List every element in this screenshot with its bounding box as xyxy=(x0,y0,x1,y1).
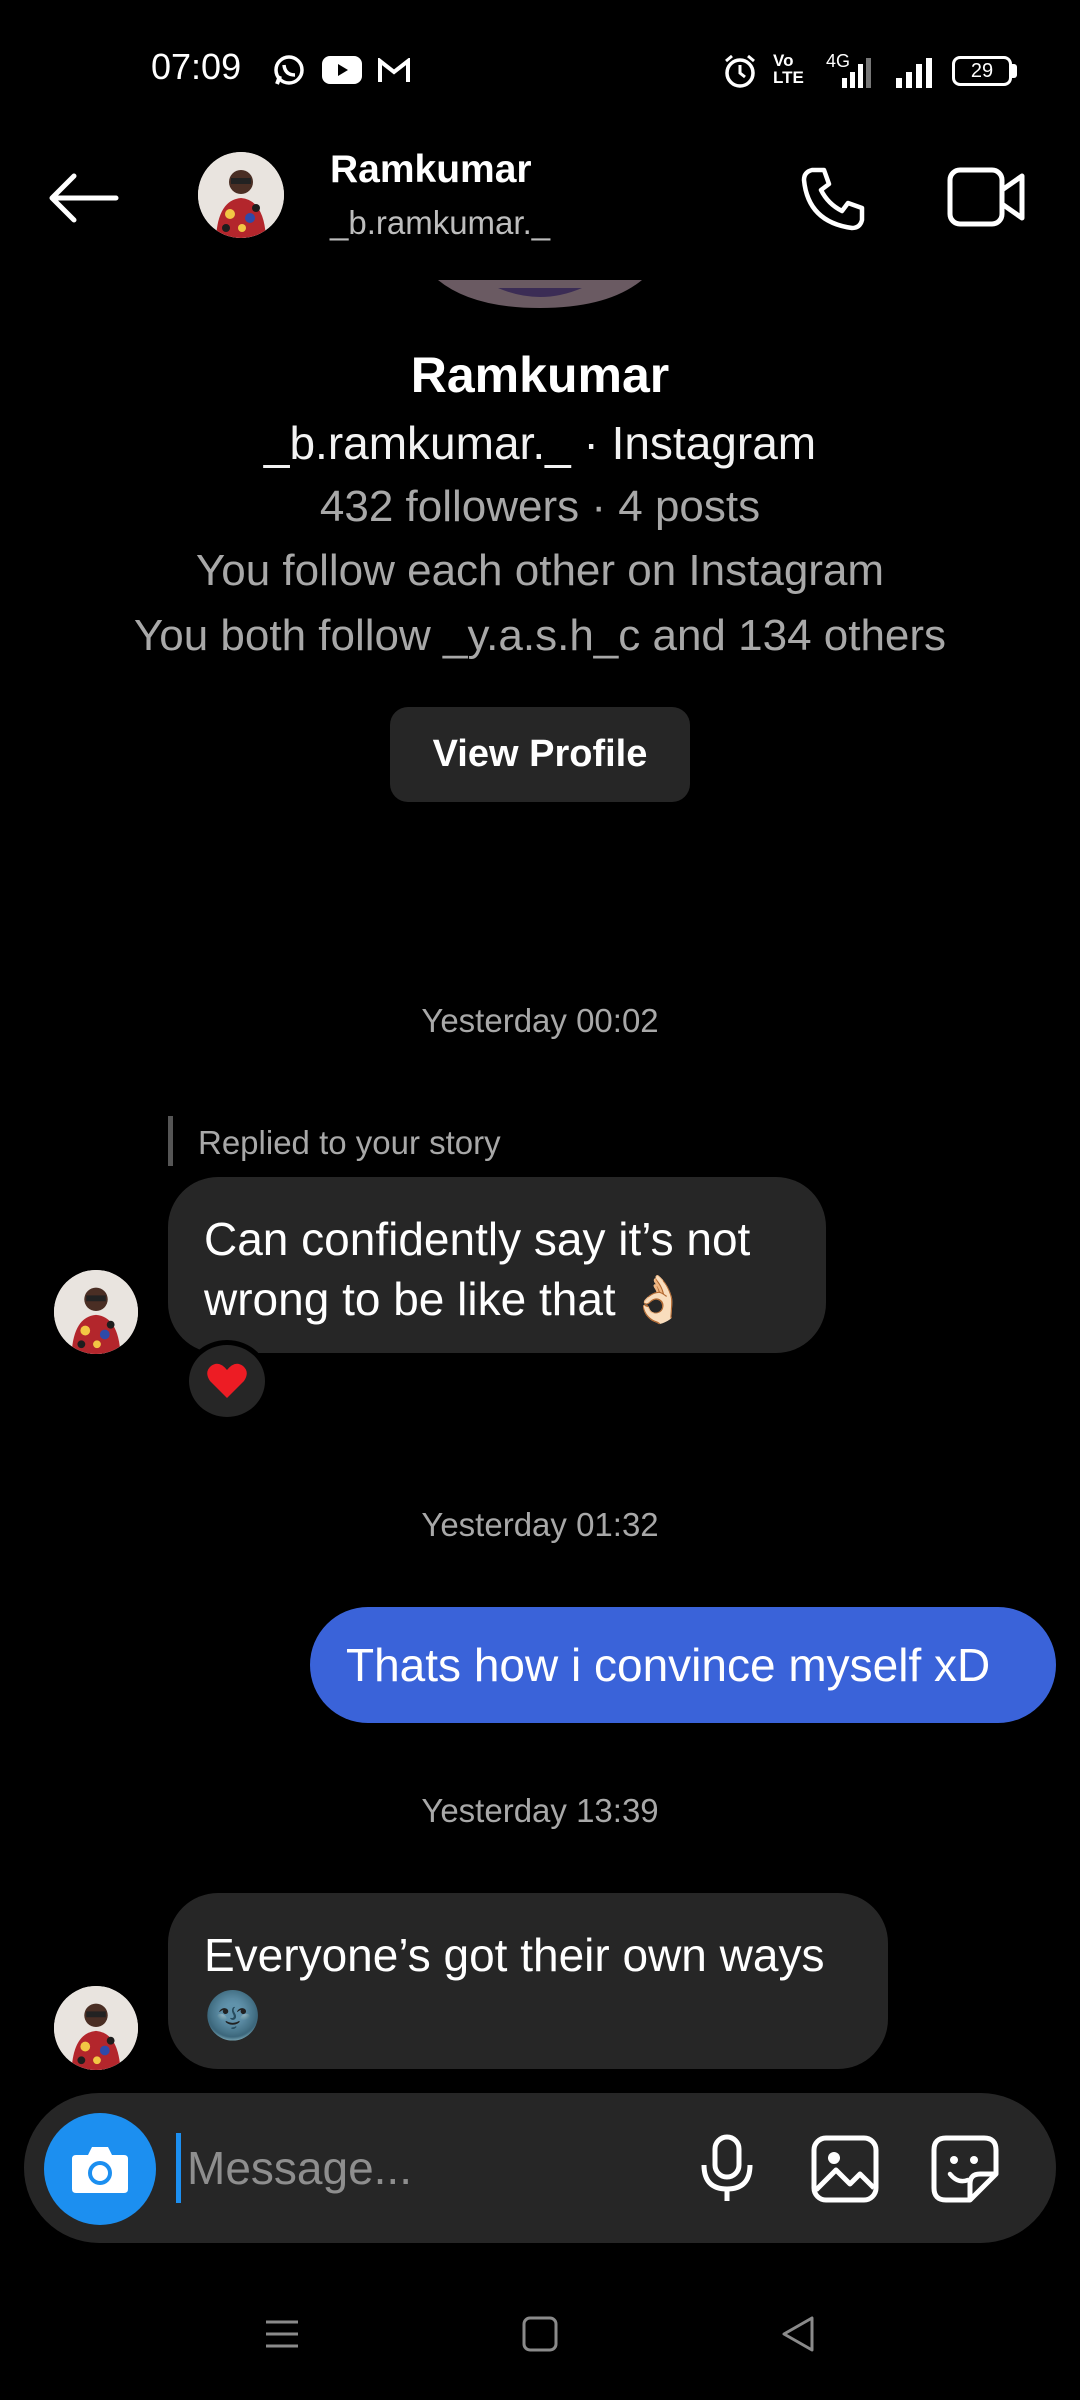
reply-label: Replied to your story xyxy=(198,1124,501,1161)
volte-icon: Vo LTE xyxy=(773,51,804,87)
message-text-line: wrong to be like that 👌🏻 xyxy=(204,1269,790,1329)
camera-button[interactable] xyxy=(44,2113,156,2225)
sender-avatar[interactable] xyxy=(54,1986,138,2070)
sender-avatar[interactable] xyxy=(54,1270,138,1354)
profile-stats: 432 followers · 4 posts xyxy=(319,482,761,531)
view-profile-button[interactable]: View Profile xyxy=(390,707,690,802)
header-avatar[interactable] xyxy=(198,152,284,238)
message-input[interactable] xyxy=(176,2133,656,2203)
header-name[interactable]: Ramkumar xyxy=(330,148,532,192)
profile-handle: _b.ramkumar._ · Instagram xyxy=(263,417,817,469)
back-nav-icon[interactable] xyxy=(778,2314,818,2354)
message-text-line: Can confidently say it’s not xyxy=(204,1213,751,1265)
message-text: Thats how i convince myself xD xyxy=(346,1639,991,1691)
heart-icon xyxy=(207,1363,247,1398)
microphone-icon[interactable] xyxy=(694,2133,760,2205)
gmail-icon xyxy=(377,58,411,84)
message-text-line: Everyone’s got their own ways xyxy=(204,1929,825,1981)
reply-indicator xyxy=(168,1116,173,1166)
gallery-icon[interactable] xyxy=(810,2134,880,2204)
message-reaction[interactable] xyxy=(184,1340,270,1422)
signal-icon-2 xyxy=(894,56,938,90)
profile-name: Ramkumar xyxy=(410,347,670,403)
alarm-icon xyxy=(722,53,758,89)
incoming-message-bubble[interactable]: Everyone’s got their own ways 🌚 xyxy=(168,1893,888,2069)
mutual-followers: You both follow _y.a.s.h_c and 134 other… xyxy=(133,611,947,660)
message-timestamp: Yesterday 00:02 xyxy=(421,1002,659,1039)
incoming-message-bubble[interactable]: Can confidently say it’s not wrong to be… xyxy=(168,1177,826,1353)
battery-tip xyxy=(1012,64,1017,78)
follow-status: You follow each other on Instagram xyxy=(195,546,885,595)
menu-nav-icon[interactable] xyxy=(262,2314,302,2354)
header-username[interactable]: _b.ramkumar._ xyxy=(330,204,550,242)
profile-card-avatar[interactable] xyxy=(438,280,642,308)
phone-icon[interactable] xyxy=(798,162,870,234)
new-moon-face-emoji: 🌚 xyxy=(204,1989,262,2041)
outgoing-message-bubble[interactable]: Thats how i convince myself xD xyxy=(310,1607,1056,1723)
back-button[interactable] xyxy=(44,170,124,226)
battery-icon: 29 xyxy=(952,56,1012,86)
sticker-icon[interactable] xyxy=(930,2134,1000,2204)
video-call-icon[interactable] xyxy=(946,164,1026,230)
message-timestamp: Yesterday 13:39 xyxy=(421,1792,659,1829)
home-nav-icon[interactable] xyxy=(520,2314,560,2354)
ok-hand-emoji: 👌🏻 xyxy=(629,1273,687,1325)
battery-level: 29 xyxy=(970,59,994,82)
youtube-icon xyxy=(322,56,362,84)
signal-icon xyxy=(824,56,876,90)
whatsapp-icon xyxy=(272,53,306,87)
status-time: 07:09 xyxy=(151,46,242,87)
camera-icon xyxy=(72,2147,128,2193)
message-timestamp: Yesterday 01:32 xyxy=(421,1506,659,1543)
